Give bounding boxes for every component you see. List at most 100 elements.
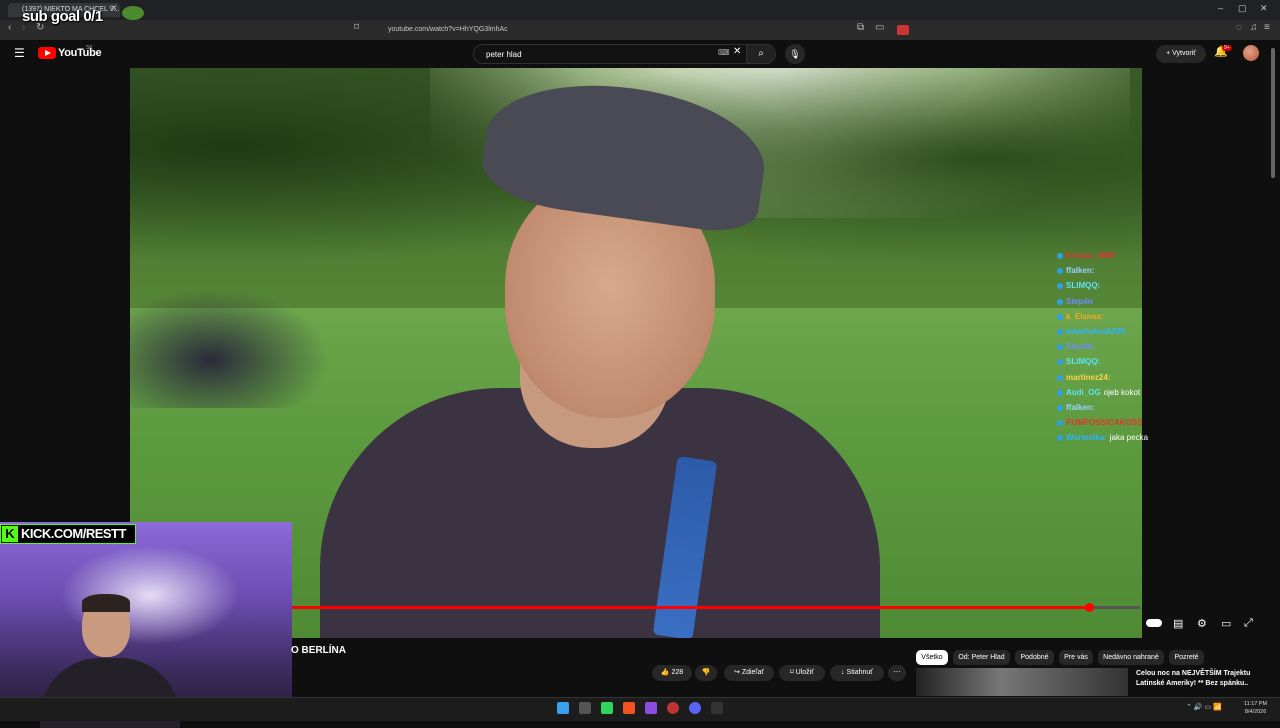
clock-date: 8/4/2026 [1244,709,1267,715]
url-field[interactable]: youtube.com/watch?v=HhYQG3lmhAc [366,23,866,36]
avatar[interactable] [1243,45,1259,61]
search-icon: ⌕ [758,48,764,59]
subtitles-icon[interactable]: ▤ [1173,617,1183,630]
tray-icons[interactable]: ⌃ 🔊 ▭ 📶 [1186,703,1222,711]
streamer-hair [82,594,130,612]
discord-icon[interactable] [689,702,701,714]
chat-username: Kr1sxx_4680 [1066,251,1115,260]
video-title: O BERLÍNA [291,645,346,656]
chat-badge-icon [1057,252,1063,259]
pepe-emote-icon [122,6,144,20]
chat-message: martinez24: [1057,370,1207,385]
extensions-icon[interactable]: ◌ [1236,22,1242,33]
tab-close-icon[interactable]: ✕ [110,3,118,14]
chat-username: lukasluksa6339: [1066,327,1128,337]
bookmark-save-icon: ⌑ [790,669,794,676]
app-icon[interactable] [711,702,723,714]
chip-from-channel[interactable]: Od: Peter Hlad [953,650,1010,665]
chip-similar[interactable]: Podobné [1015,650,1054,665]
notification-badge: 9+ [1222,45,1232,51]
chat-username: ffalken: [1066,403,1095,413]
create-button[interactable]: + Vytvoriť [1156,45,1206,63]
clock[interactable]: 11:17 PM 8/4/2026 [1244,700,1267,716]
search-button[interactable]: ⌕ [746,44,776,64]
chat-message: k_Elanaa: [1057,309,1207,324]
back-icon[interactable]: ‹ [8,22,11,33]
kick-app-icon[interactable] [601,702,613,714]
minimize-icon[interactable]: – [1218,3,1223,13]
snipping-tool-icon[interactable] [579,702,591,714]
video-background-person [130,288,330,408]
theater-mode-icon[interactable]: ▭ [1221,617,1231,630]
clear-search-icon[interactable]: ✕ [733,46,741,57]
music-icon[interactable]: ♫ [1250,22,1258,33]
browser-tab-bar [0,0,1280,20]
chat-message: PUMPOSSICAKOSS [1057,415,1207,430]
dislike-button[interactable]: 👎 [695,665,717,681]
chat-username: k_Elanaa: [1066,311,1104,321]
recommendation-thumbnail[interactable] [916,668,1128,696]
settings-gear-icon[interactable]: ⚙ [1197,617,1207,630]
youtube-logo-icon[interactable] [38,47,56,59]
like-count: 228 [671,669,684,676]
progress-fill [292,606,1090,609]
chip-watched[interactable]: Pozreté [1169,650,1204,665]
chat-username: Audi_OG [1066,387,1101,397]
chat-badge-icon [1057,283,1063,290]
chip-for-you[interactable]: Pre vás [1059,650,1093,665]
cast-icon[interactable]: ▭ [875,22,884,33]
share-icon: ↪ [733,669,740,676]
twitch-icon[interactable] [645,702,657,714]
autoplay-toggle[interactable] [1146,619,1162,627]
keyboard-icon[interactable]: ⌨ [718,48,730,57]
chat-badge-icon [1057,344,1063,351]
like-button[interactable]: 👍 228 [652,665,692,681]
chat-badge-icon [1057,313,1063,320]
save-button[interactable]: ⌑ Uložiť [779,665,825,681]
chat-badge-icon [1057,404,1063,411]
chrome-icon[interactable] [667,702,679,714]
search-input[interactable]: peter hlad [473,44,747,64]
chat-badge-icon [1057,374,1063,381]
fullscreen-icon[interactable]: ⤢ [1244,617,1253,630]
chat-badge-icon [1057,268,1063,275]
chat-username: Step4n: [1066,342,1096,352]
chat-text: jaka pecka [1109,433,1149,443]
chat-message: ffalken: [1057,400,1207,415]
brave-browser-icon[interactable] [623,702,635,714]
recommendation-title[interactable]: Celou noc na NEJVĚTŠÍM Trajektu Latinské… [1136,669,1266,689]
save-label: Uložiť [795,669,814,676]
scrollbar[interactable] [1271,48,1275,178]
clock-time: 11:17 PM [1244,701,1268,707]
download-label: Stiahnuť [846,669,873,676]
chat-username: Step4n [1066,296,1093,306]
chat-username: SLIMQQ: [1066,357,1101,367]
chip-recently-uploaded[interactable]: Nedávno nahrané [1098,650,1164,665]
download-icon: ↓ [841,669,845,676]
chip-all[interactable]: Všetko [916,650,948,665]
window-close-icon[interactable]: ✕ [1260,3,1268,14]
hamburger-icon[interactable]: ☰ [14,46,25,60]
chat-badge-icon [1057,298,1063,305]
chat-username: ffalken: [1066,266,1095,276]
bookmark-icon[interactable]: ⌑ [354,22,359,33]
chat-text: ojeb kokot [1103,387,1141,397]
chat-username: Worteslka: [1066,433,1107,443]
brave-shield-icon[interactable] [897,25,909,35]
chat-badge-icon [1057,328,1063,335]
windows-start-icon[interactable] [557,702,569,714]
share-button[interactable]: ↪ Zdieľať [724,665,774,681]
chat-overlay: Kr1sxx_4680 ffalken: SLIMQQ: Step4n k_Elanaa… [1057,248,1207,446]
youtube-logo-text[interactable]: YouTube [58,47,102,59]
more-actions-button[interactable]: ⋯ [888,665,906,681]
browser-menu-icon[interactable]: ≡ [1264,22,1270,33]
chat-badge-icon [1057,420,1063,427]
maximize-icon[interactable]: ▢ [1238,3,1247,14]
translate-icon[interactable]: ⧉ [857,22,864,33]
chat-username: martinez24: [1066,372,1111,382]
chat-message: Step4n [1057,294,1207,309]
mic-icon[interactable]: 🎙 [785,44,805,64]
more-icon: ⋯ [893,669,901,676]
chat-message: Kr1sxx_4680 [1057,248,1207,263]
download-button[interactable]: ↓ Stiahnuť [830,665,884,681]
